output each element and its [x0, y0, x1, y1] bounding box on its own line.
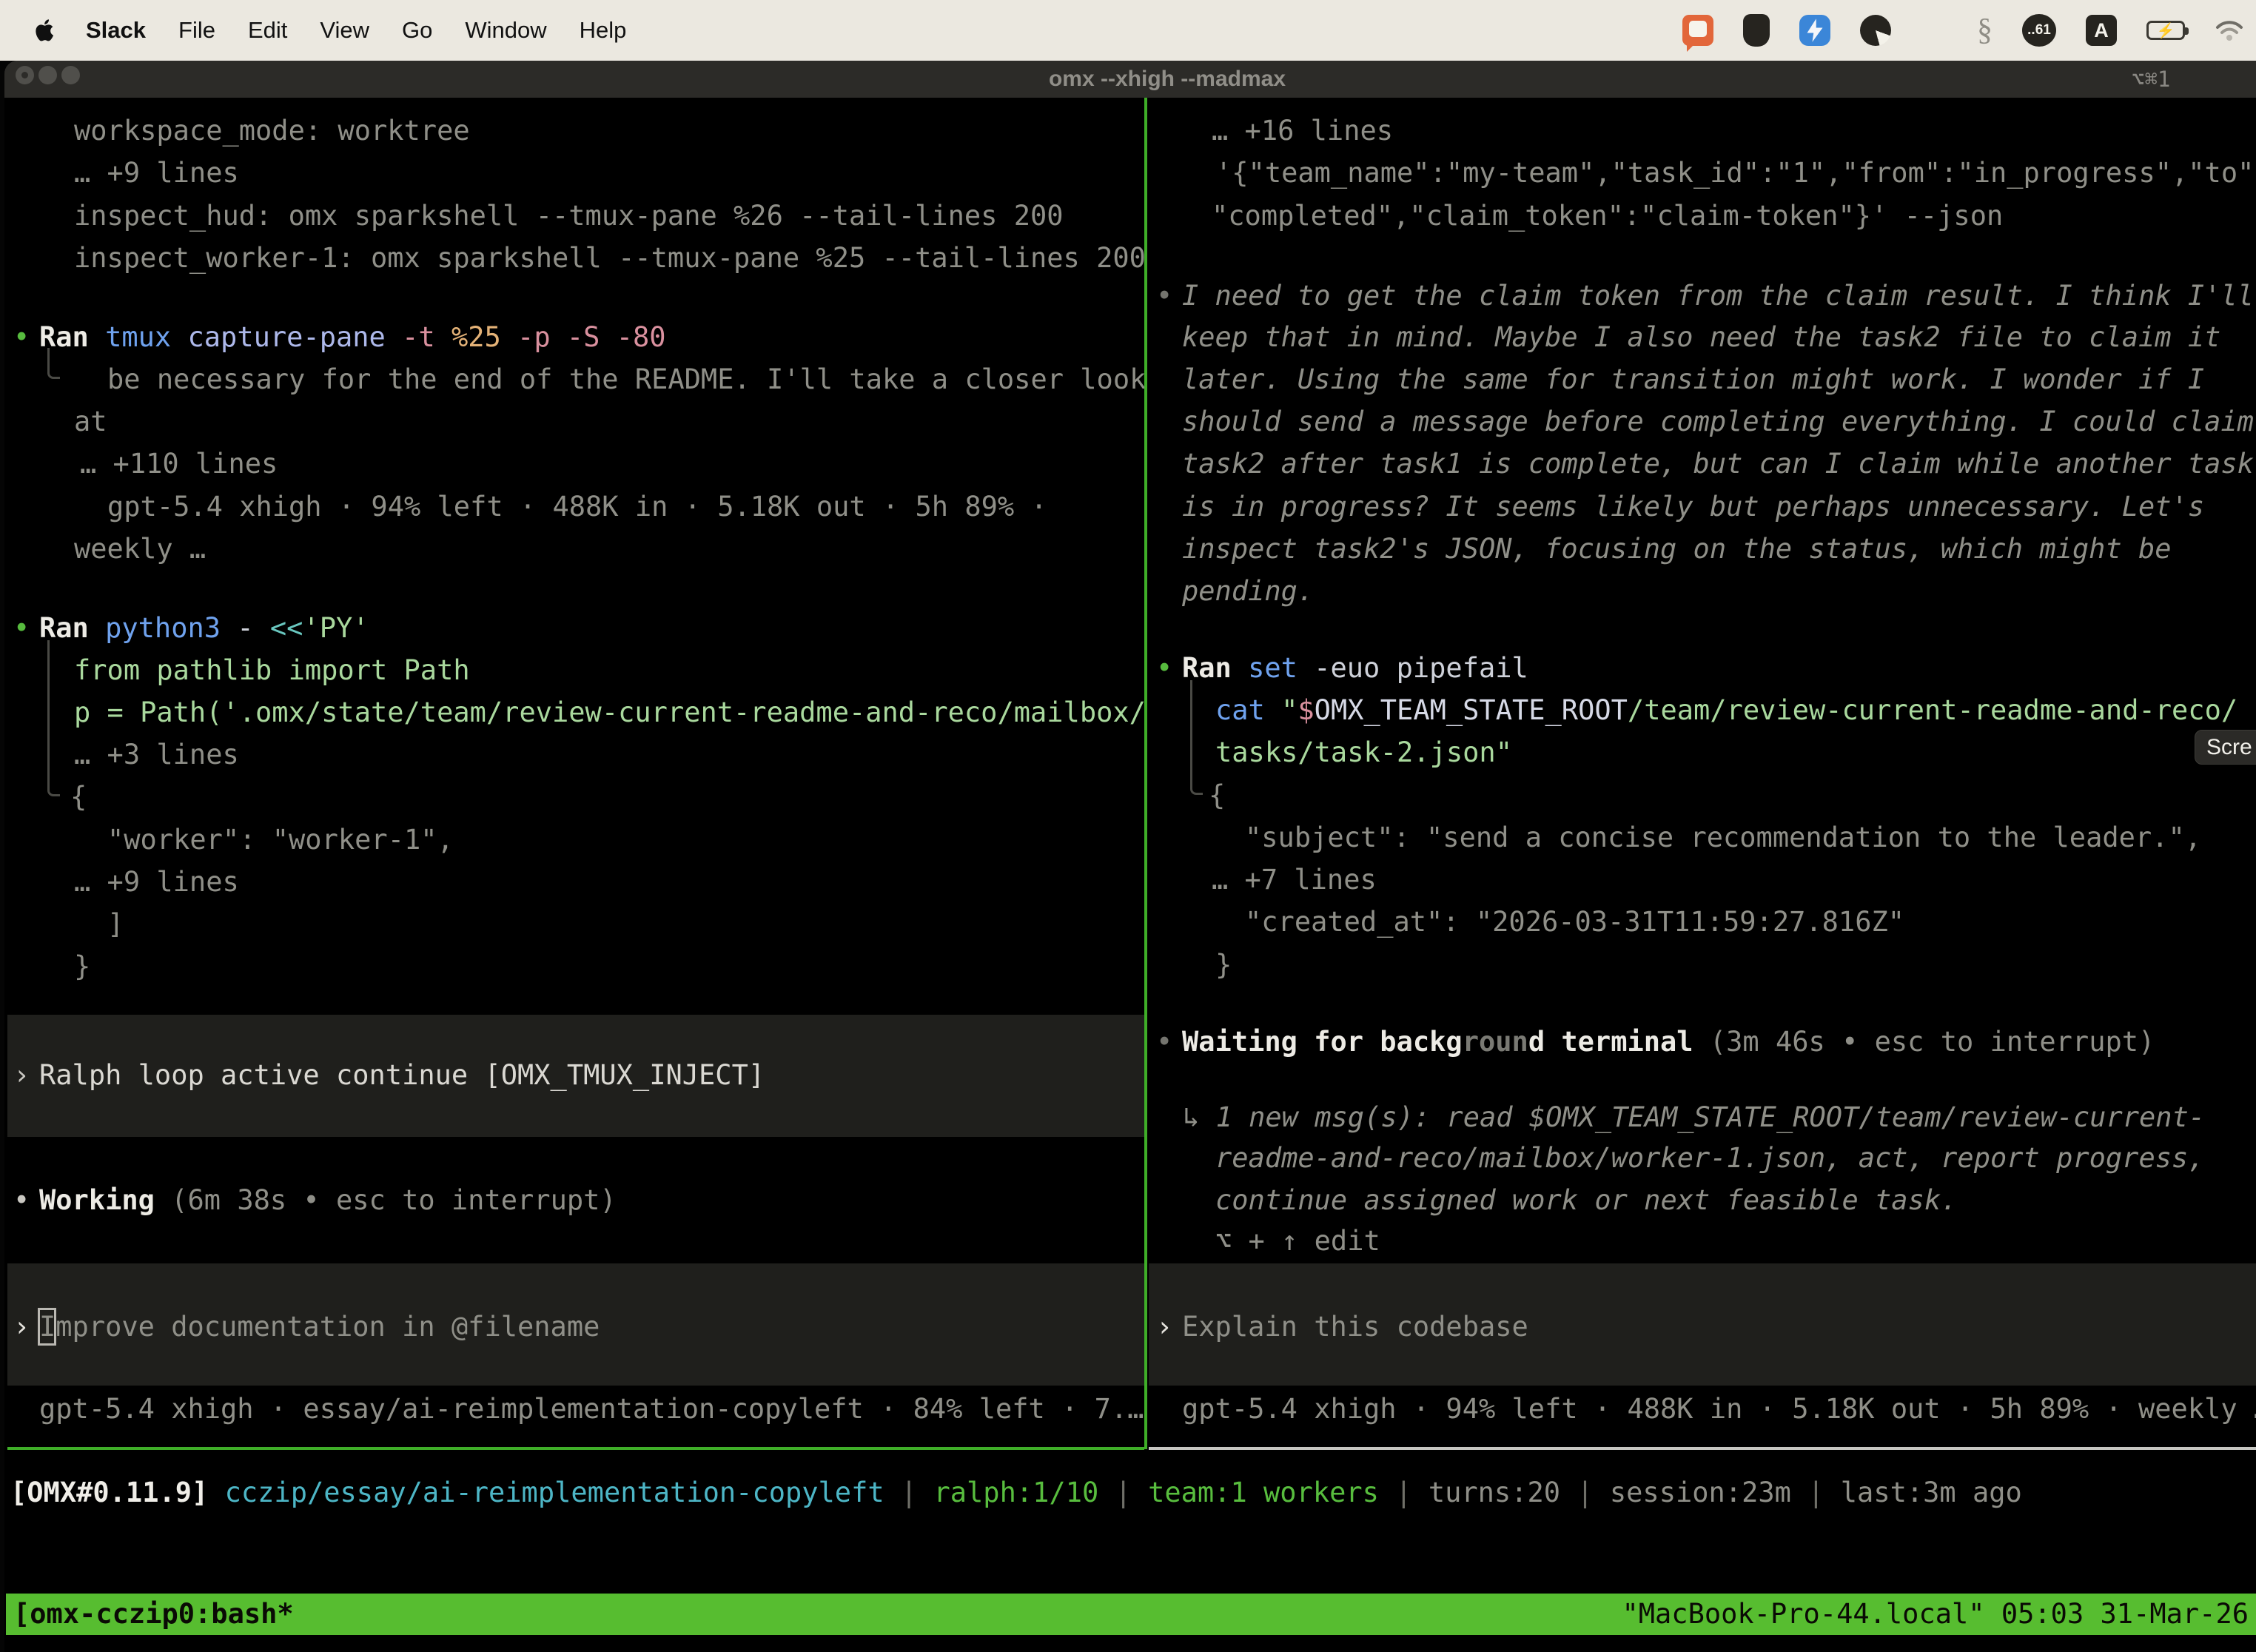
mailbox-note: ↳ 1 new msg(s): read $OMX_TEAM_STATE_ROO… — [1183, 1096, 2205, 1138]
text-cursor — [38, 1308, 56, 1346]
menu-item-edit[interactable]: Edit — [248, 17, 287, 44]
menu-item-view[interactable]: View — [320, 17, 369, 44]
run-bullet-icon: • — [13, 607, 30, 649]
pane-divider[interactable] — [1144, 98, 1147, 1449]
menu-item-go[interactable]: Go — [402, 17, 432, 44]
menu-item-help[interactable]: Help — [580, 17, 627, 44]
close-button[interactable] — [16, 66, 34, 84]
working-bullet-icon: • — [13, 1179, 30, 1221]
chat-app-icon[interactable] — [1682, 15, 1713, 46]
terminal-line: ] — [107, 903, 124, 945]
thinking-bullet-icon: • — [1156, 275, 1172, 317]
terminal-line: "completed","claim_token":"claim-token"}… — [1212, 195, 2003, 237]
terminal-line: workspace_mode: worktree — [74, 110, 470, 152]
omx-status-line: [OMX#0.11.9] cczip/essay/ai-reimplementa… — [10, 1471, 2022, 1514]
terminal-line: … +3 lines — [74, 733, 239, 776]
terminal-line: inspect_hud: omx sparkshell --tmux-pane … — [74, 195, 1064, 237]
menu-bar: Slack File Edit View Go Window Help § ..… — [0, 0, 2256, 61]
model-status-line: gpt-5.4 xhigh · essay/ai-reimplementatio… — [39, 1388, 1144, 1430]
prompt-chevron-icon: › — [1156, 1306, 1172, 1348]
pane-hud: workspace_mode: worktree … +9 lines insp… — [0, 98, 1144, 1449]
tree-connector — [47, 348, 60, 379]
screen-time-badge-icon[interactable]: ..61 — [2022, 14, 2056, 47]
thinking-line: task2 after task1 is complete, but can I… — [1182, 443, 2254, 485]
tmux-host-clock: "MacBook-Pro-44.local" 05:03 31-Mar-26 — [1622, 1594, 2249, 1635]
screen-tooltip: Scre — [2195, 730, 2256, 765]
ran-python-command: Ran python3 - <<'PY' — [39, 607, 369, 649]
thinking-line: is in progress? It seems likely but perh… — [1182, 486, 2204, 528]
terminal-line: from pathlib import Path — [74, 649, 470, 691]
charging-bolt-icon: ⚡ — [2157, 21, 2175, 40]
terminal-line: { — [1209, 774, 1225, 816]
terminal-line: at — [74, 400, 107, 443]
section-symbol-icon[interactable]: § — [1977, 15, 1993, 46]
thinking-line: inspect task2's JSON, focusing on the st… — [1182, 528, 2172, 570]
terminal-line: "worker": "worker-1", — [107, 819, 454, 861]
thinking-line: I need to get the claim token from the c… — [1182, 275, 2254, 317]
thinking-line: pending. — [1182, 570, 1314, 612]
terminal-line: … +9 lines — [74, 152, 239, 194]
tmux-session-tab[interactable]: [omx-cczip0:bash* — [13, 1594, 294, 1635]
waiting-bullet-icon: • — [1156, 1021, 1172, 1063]
terminal-line: p = Path('.omx/state/team/review-current… — [74, 691, 1144, 733]
edit-hint: ⌥ + ↑ edit — [1215, 1220, 1380, 1262]
window-title-bar: omx --xhigh --madmax ⌥⌘1 — [4, 61, 2256, 98]
dots-grid-icon[interactable] — [1921, 17, 1947, 44]
terminal-line: … +7 lines — [1212, 859, 1377, 901]
pane-worker: … +16 lines '{"team_name":"my-team","tas… — [1149, 98, 2256, 1449]
terminal-line: be necessary for the end of the README. … — [107, 358, 1144, 400]
keyboard-layout-icon[interactable]: A — [2086, 15, 2117, 46]
blue-bolt-icon[interactable] — [1799, 15, 1830, 46]
run-bullet-icon: • — [1156, 647, 1172, 689]
prompt-chevron-icon: › — [13, 1306, 30, 1348]
inactive-pane-border — [1149, 1447, 2256, 1450]
mailbox-note-line: continue assigned work or next feasible … — [1215, 1179, 1957, 1221]
run-bullet-icon: • — [13, 316, 30, 358]
cat-command: cat "$OMX_TEAM_STATE_ROOT/team/review-cu… — [1215, 689, 2237, 731]
ran-tmux-command: Ran tmux capture-pane -t %25 -p -S -80 — [39, 316, 666, 358]
active-pane-border — [7, 1447, 1144, 1450]
terminal-line: { — [70, 776, 87, 818]
prompt-suggestion[interactable]: Explain this codebase — [1182, 1306, 1528, 1348]
working-status: Working (6m 38s • esc to interrupt) — [39, 1179, 617, 1221]
terminal-line: } — [1215, 944, 1232, 986]
thinking-line: later. Using the same for transition mig… — [1182, 358, 2204, 400]
thinking-line: should send a message before completing … — [1182, 400, 2254, 443]
mailbox-note-line: readme-and-reco/mailbox/worker-1.json, a… — [1215, 1137, 2205, 1179]
thinking-line: keep that in mind. Maybe I also need the… — [1182, 316, 2220, 358]
waiting-status: Waiting for background terminal (3m 46s … — [1182, 1021, 2155, 1063]
prompt-input[interactable]: Improve documentation in @filename — [39, 1306, 600, 1348]
terminal-line: gpt-5.4 xhigh · 94% left · 488K in · 5.1… — [107, 486, 1047, 528]
terminal-line: } — [74, 945, 90, 987]
zoom-button[interactable] — [61, 66, 80, 84]
tree-connector — [47, 640, 60, 796]
menu-bar-status-icons: § ..61 A ⚡ — [1682, 14, 2244, 47]
terminal-line: … +9 lines — [74, 861, 239, 903]
shield-grid-icon[interactable] — [1743, 14, 1770, 47]
apple-menu-icon[interactable] — [33, 16, 58, 45]
window-title: omx --xhigh --madmax — [78, 61, 2256, 98]
tree-connector — [1190, 680, 1203, 795]
chevron-icon: › — [13, 1054, 30, 1096]
terminal-line: … +16 lines — [1212, 110, 1393, 152]
ralph-loop-banner: Ralph loop active continue [OMX_TMUX_INJ… — [39, 1054, 765, 1096]
wifi-icon[interactable] — [2215, 19, 2244, 42]
battery-icon[interactable]: ⚡ — [2146, 21, 2185, 40]
terminal-line: inspect_worker-1: omx sparkshell --tmux-… — [74, 237, 1144, 279]
tmux-status-bar: [omx-cczip0:bash* "MacBook-Pro-44.local"… — [6, 1594, 2256, 1635]
menu-item-file[interactable]: File — [178, 17, 215, 44]
terminal-line: "subject": "send a concise recommendatio… — [1245, 816, 2201, 859]
terminal-line: "created_at": "2026-03-31T11:59:27.816Z" — [1245, 901, 1904, 943]
terminal-line: … +110 lines — [80, 443, 278, 485]
menu-item-window[interactable]: Window — [465, 17, 546, 44]
model-status-line: gpt-5.4 xhigh · 94% left · 488K in · 5.1… — [1182, 1388, 2256, 1430]
terminal-line: weekly … — [74, 528, 206, 570]
ran-set-command: Ran set -euo pipefail — [1182, 647, 1528, 689]
window-shortcut-badge: ⌥⌘1 — [2132, 61, 2170, 98]
minimize-button[interactable] — [38, 66, 57, 84]
terminal-line: '{"team_name":"my-team","task_id":"1","f… — [1215, 152, 2256, 194]
cat-command-continued: tasks/task-2.json" — [1215, 731, 1512, 773]
menu-item-slack[interactable]: Slack — [86, 17, 146, 44]
pie-chart-icon[interactable] — [1860, 15, 1891, 46]
